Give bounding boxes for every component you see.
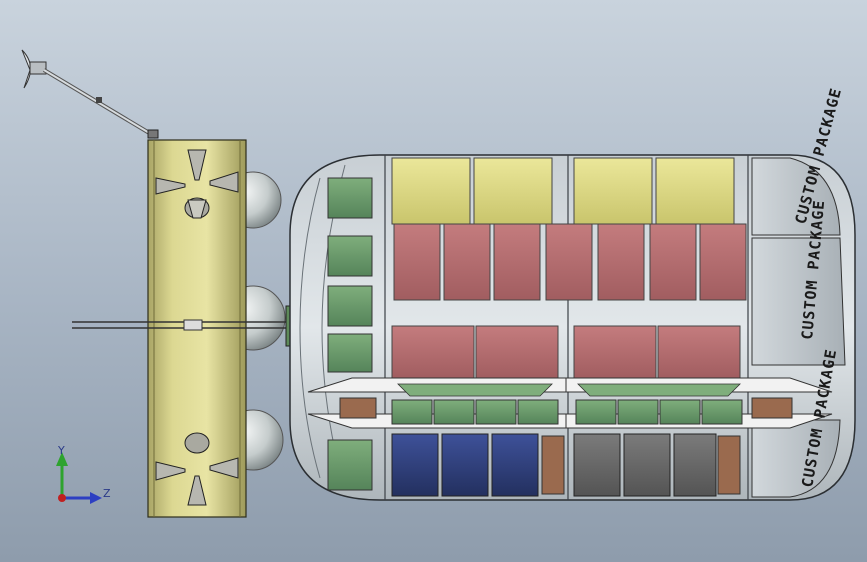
grey-racks: [573, 433, 717, 497]
axis-origin: [58, 494, 66, 502]
antenna-dish: [21, 49, 31, 89]
y-axis-label: Y: [57, 444, 65, 457]
cargo-module[interactable]: CUSTOM PACKAGE CUSTOM PACKAGE CUSTOM PAC…: [289, 86, 856, 501]
antenna-mount: [29, 61, 47, 75]
axis-triad: Y Z: [56, 444, 111, 504]
red-racks-upper: [393, 223, 747, 301]
antenna-assembly[interactable]: [21, 49, 159, 139]
z-axis-label: Z: [103, 487, 111, 500]
cad-viewport[interactable]: CUSTOM PACKAGE CUSTOM PACKAGE CUSTOM PAC…: [0, 0, 867, 562]
antenna-hinge: [147, 129, 159, 139]
blue-racks: [391, 433, 539, 497]
